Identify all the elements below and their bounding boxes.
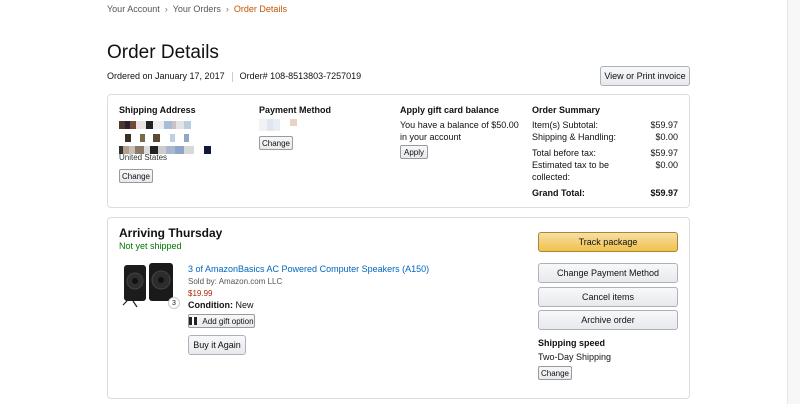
condition-label: Condition: [188,300,233,310]
summary-grand-total: Grand Total: $59.97 [532,187,678,199]
meta-divider [231,71,233,82]
shipping-speed-heading: Shipping speed [538,338,606,348]
gift-card-balance-text: You have a balance of $50.00 in your acc… [400,120,519,142]
condition-value: New [235,300,254,310]
shipping-address-heading: Shipping Address [119,105,196,115]
payment-method-heading: Payment Method [259,105,332,115]
summary-row: Estimated tax to be collected: $0.00 [532,159,678,183]
arrival-heading: Arriving Thursday [119,226,223,240]
summary-label: Shipping & Handling: [532,132,617,142]
summary-row: Total before tax: $59.97 [532,147,678,159]
breadcrumb-your-orders[interactable]: Your Orders [173,4,221,14]
page-title: Order Details [107,42,219,63]
summary-label: Total before tax: [532,148,597,158]
summary-label: Estimated tax to be collected: [532,160,610,182]
apply-gift-card-button[interactable]: Apply [400,145,428,159]
order-date: Ordered on January 17, 2017 [107,71,225,81]
change-payment-method-button[interactable]: Change [259,136,293,150]
change-shipping-address-button[interactable]: Change [119,169,153,183]
breadcrumb-separator: › [225,4,229,14]
archive-order-button[interactable]: Archive order [538,310,678,330]
payment-method-redacted [259,119,297,131]
shipping-country: United States [119,153,168,162]
summary-value: $59.97 [650,120,678,130]
order-number: Order# 108-8513803-7257019 [239,71,362,81]
summary-value: $0.00 [655,160,678,170]
scrollbar[interactable] [787,0,800,404]
summary-value: $0.00 [655,132,678,142]
change-shipping-speed-button[interactable]: Change [538,366,572,380]
sold-by: Sold by: Amazon.com LLC [188,277,283,286]
add-gift-option-button[interactable]: Add gift option [188,314,255,328]
quantity-badge: 3 [168,297,180,309]
product-title-link[interactable]: 3 of AmazonBasics AC Powered Computer Sp… [188,263,429,275]
shipment-status: Not yet shipped [119,241,182,251]
summary-label: Grand Total: [532,188,585,198]
gift-icon [189,317,198,325]
gift-card-heading: Apply gift card balance [400,105,500,115]
breadcrumb: Your Account › Your Orders › Order Details [107,4,287,14]
shipping-address-redacted [119,121,191,129]
cancel-items-button[interactable]: Cancel items [538,287,678,307]
page: Your Account › Your Orders › Order Details O… [0,0,800,404]
order-summary-heading: Order Summary [532,105,601,115]
summary-row: Shipping & Handling: $0.00 [532,131,678,143]
shipping-speed-value: Two-Day Shipping [538,352,612,362]
summary-value: $59.97 [650,188,678,198]
product-condition: Condition: New [188,299,254,311]
shipping-address-redacted [125,134,189,142]
breadcrumb-your-account[interactable]: Your Account [107,4,160,14]
track-package-button[interactable]: Track package [538,232,678,252]
view-print-invoice-button[interactable]: View or Print invoice [600,66,690,86]
change-payment-method-button[interactable]: Change Payment Method [538,263,678,283]
buy-it-again-button[interactable]: Buy it Again [188,335,246,355]
summary-row: Item(s) Subtotal: $59.97 [532,119,678,131]
summary-value: $59.97 [650,148,678,158]
add-gift-option-label: Add gift option [202,316,254,326]
breadcrumb-separator: › [164,4,168,14]
breadcrumb-current: Order Details [233,4,287,14]
order-meta: Ordered on January 17, 2017 Order# 108-85… [107,71,361,82]
summary-label: Item(s) Subtotal: [532,120,599,130]
